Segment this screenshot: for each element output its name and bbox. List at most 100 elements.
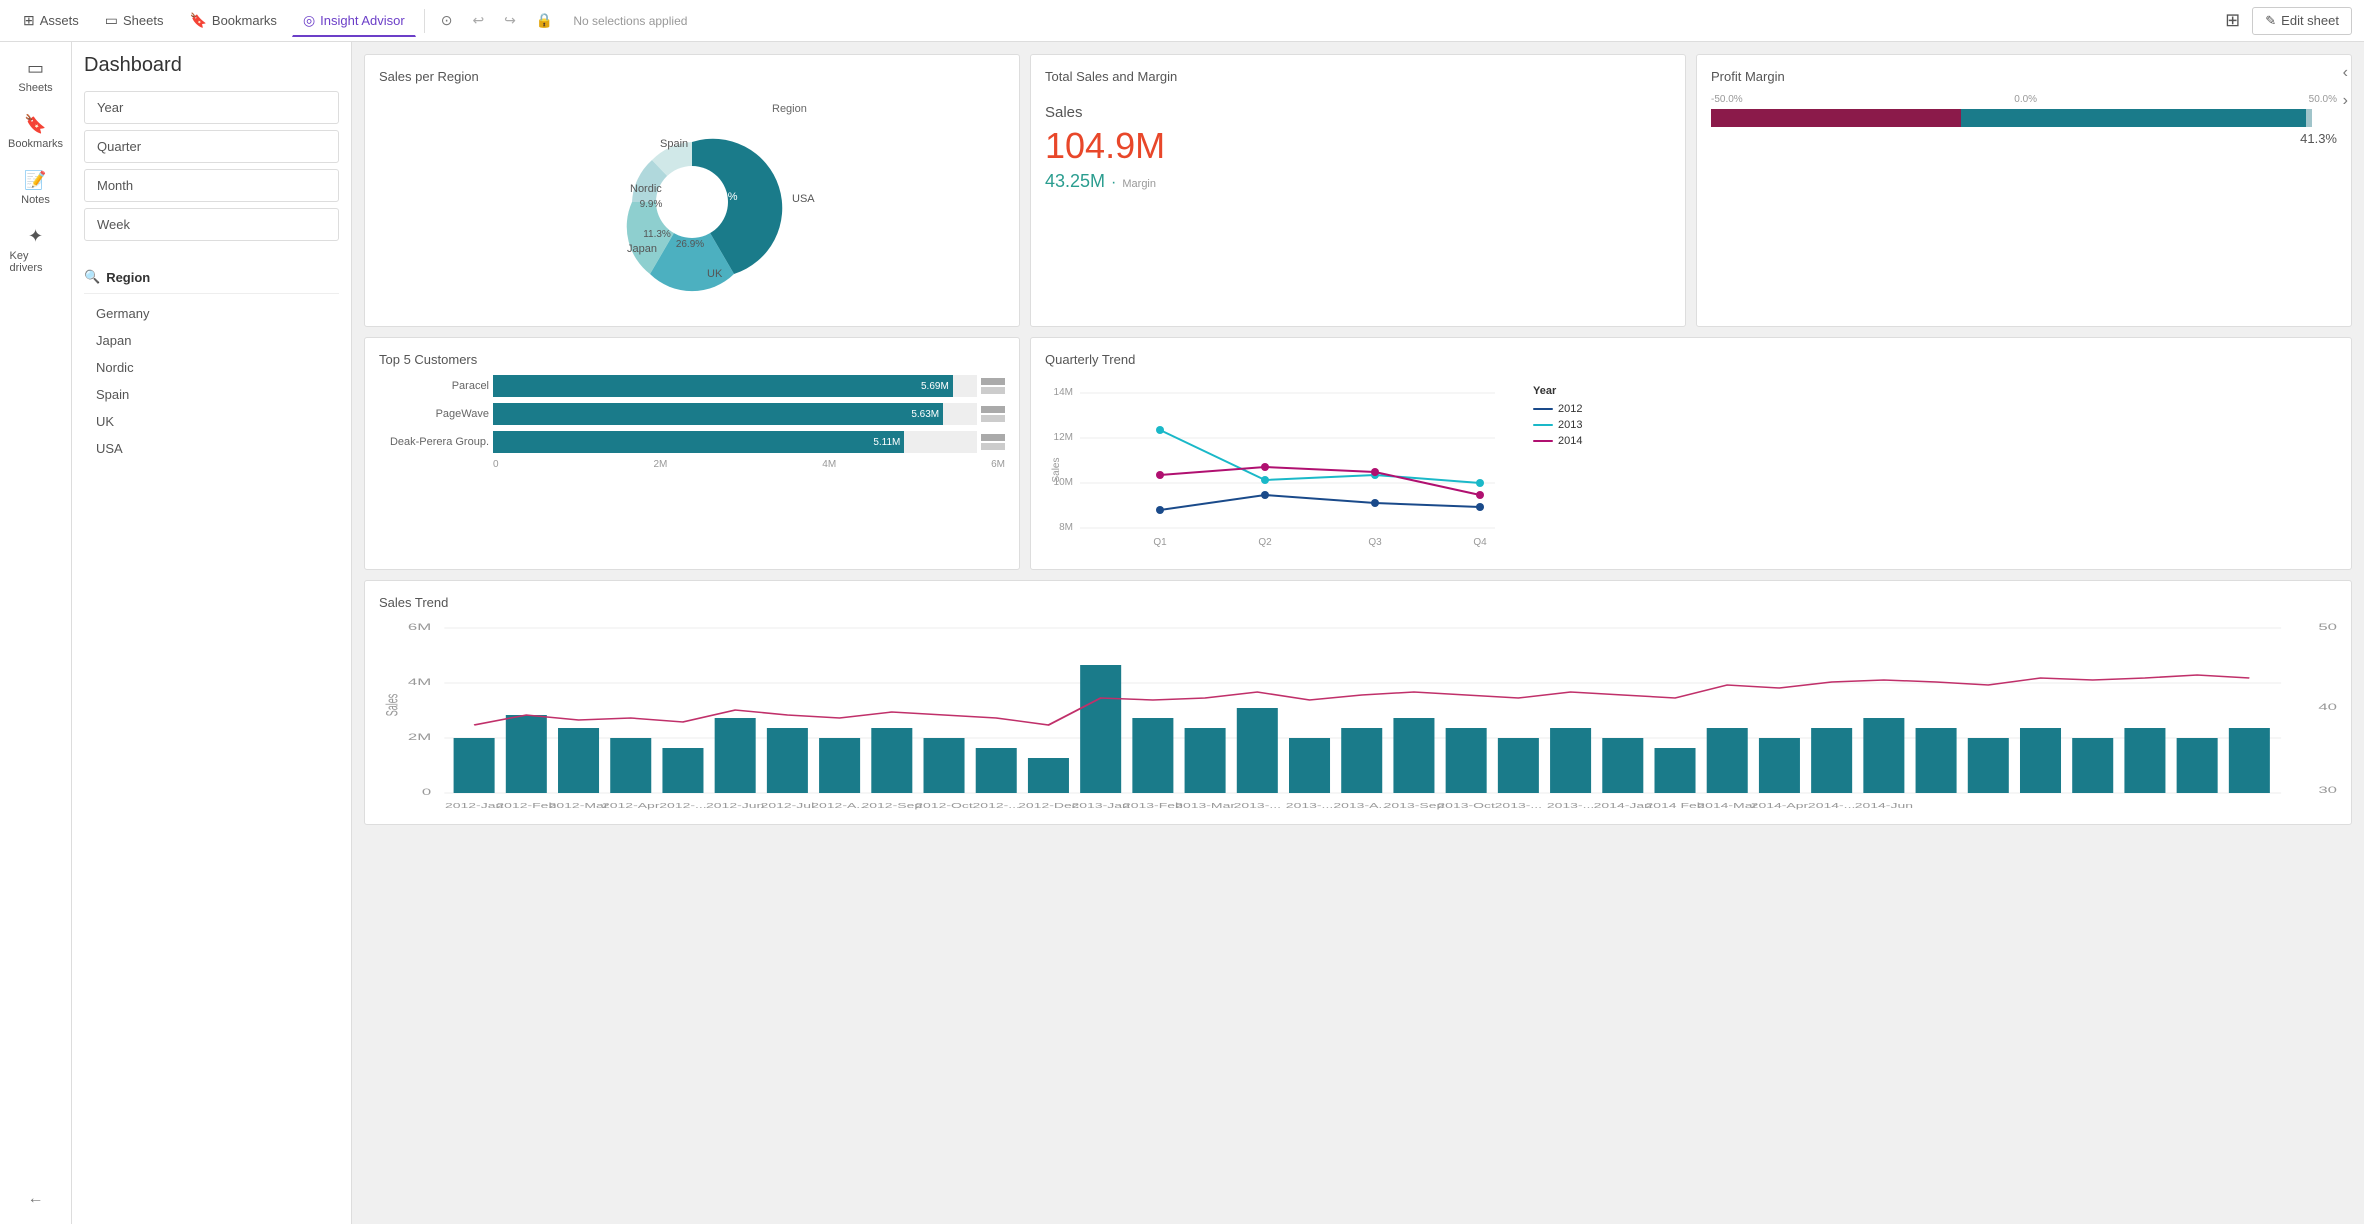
svg-text:2012-Oct: 2012-Oct	[915, 802, 974, 810]
legend-line-2013	[1533, 424, 1553, 426]
margin-label: Margin	[1122, 178, 1156, 190]
region-nordic[interactable]: Nordic	[84, 354, 339, 381]
svg-text:2014-Apr: 2014-Apr	[1751, 802, 1809, 810]
bar-value-paracel: 5.69M	[921, 381, 949, 392]
edit-icon: ✎	[2265, 13, 2276, 29]
bar-fill-pagewave: 5.63M	[493, 403, 943, 425]
svg-text:Sales: Sales	[1051, 457, 1062, 482]
svg-text:2013-...: 2013-...	[1234, 802, 1281, 810]
nav-divider	[424, 9, 425, 33]
bar-mini-pagewave	[981, 406, 1005, 422]
filter-month[interactable]: Month	[84, 169, 339, 202]
sales-trend-card: Sales Trend 6M 4M 2M 0 50	[364, 580, 2352, 825]
undo-icon[interactable]: ↩	[464, 8, 492, 33]
sidebar-item-notes[interactable]: 📝 Notes	[4, 162, 68, 214]
bar-fill-deak: 5.11M	[493, 431, 904, 453]
region-japan[interactable]: Japan	[84, 327, 339, 354]
sidebar-collapse-button[interactable]: ←	[20, 1182, 52, 1216]
nav-sheets[interactable]: ▭ Sheets	[94, 5, 175, 36]
svg-text:2M: 2M	[408, 732, 431, 742]
nav-bookmarks[interactable]: 🔖 Bookmarks	[178, 5, 287, 36]
svg-text:2013-A...: 2013-A...	[1333, 802, 1390, 810]
panel-next-button[interactable]: ›	[2335, 88, 2356, 114]
redo-icon[interactable]: ↪	[496, 8, 524, 33]
page-title: Dashboard	[84, 54, 339, 77]
svg-text:2013-...: 2013-...	[1286, 802, 1333, 810]
sidebar-item-key-drivers[interactable]: ✦ Key drivers	[4, 218, 68, 282]
sidebar-item-bookmarks[interactable]: 🔖 Bookmarks	[4, 106, 68, 158]
svg-text:2012-Jan: 2012-Jan	[445, 802, 503, 810]
svg-text:2013-...: 2013-...	[1547, 802, 1594, 810]
bar-value-pagewave: 5.63M	[911, 409, 939, 420]
region-header: 🔍 Region	[84, 261, 339, 294]
quarterly-svg: 14M 12M 10M 8M Q1 Q2 Q3 Q4	[1045, 375, 1525, 555]
grid-icon[interactable]: ⊞	[2225, 10, 2240, 31]
profit-bar-indicator	[2306, 109, 2312, 127]
svg-text:4M: 4M	[408, 677, 431, 687]
svg-text:2012-Sep: 2012-Sep	[861, 802, 922, 810]
svg-text:UK: UK	[707, 268, 723, 280]
svg-text:14M: 14M	[1054, 387, 1073, 398]
filter-quarter[interactable]: Quarter	[84, 130, 339, 163]
top5-customers-card: Top 5 Customers Paracel 5.69M	[364, 337, 1020, 570]
bar-row-pagewave: PageWave 5.63M	[379, 403, 1005, 425]
filter-year[interactable]: Year	[84, 91, 339, 124]
sidebar-item-sheets[interactable]: ▭ Sheets	[4, 50, 68, 102]
svg-text:2013-Jan: 2013-Jan	[1072, 802, 1130, 810]
bar-track-pagewave: 5.63M	[493, 403, 977, 425]
sales-trend-svg: 6M 4M 2M 0 50 40 30	[379, 610, 2337, 810]
bookmarks-icon: 🔖	[189, 12, 206, 29]
search-icon: 🔍	[84, 269, 100, 285]
profit-bar-labels: -50.0% 0.0% 50.0%	[1711, 94, 2337, 105]
donut-svg: Region	[552, 92, 832, 312]
legend-2013: 2013	[1533, 419, 1582, 431]
nav-assets[interactable]: ⊞ Assets	[12, 5, 90, 36]
svg-text:26.9%: 26.9%	[676, 239, 704, 250]
svg-text:2012-Mar: 2012-Mar	[549, 802, 609, 810]
lock-icon[interactable]: 🔒	[528, 8, 561, 33]
panel-prev-button[interactable]: ‹	[2335, 60, 2356, 86]
quarterly-legend: Year 2012 2013 2014	[1533, 375, 1582, 555]
svg-text:USA: USA	[792, 193, 815, 205]
app-layout: ▭ Sheets 🔖 Bookmarks 📝 Notes ✦ Key drive…	[0, 42, 2364, 1224]
region-usa[interactable]: USA	[84, 435, 339, 462]
lasso-icon[interactable]: ⊙	[433, 8, 461, 33]
sales-display: Sales 104.9M 43.25M · Margin	[1045, 104, 1671, 192]
profit-bar-right	[1961, 109, 2305, 127]
nav-insight-advisor[interactable]: ◎ Insight Advisor	[292, 5, 416, 37]
sales-region-title: Sales per Region	[379, 69, 479, 84]
bar-value-deak: 5.11M	[873, 437, 900, 448]
region-spain[interactable]: Spain	[84, 381, 339, 408]
sidebar: ▭ Sheets 🔖 Bookmarks 📝 Notes ✦ Key drive…	[0, 42, 72, 1224]
svg-text:2012-Jul: 2012-Jul	[761, 802, 815, 810]
panel-nav: ‹ ›	[2335, 60, 2356, 114]
donut-chart: Region	[379, 92, 1005, 312]
filter-week[interactable]: Week	[84, 208, 339, 241]
edit-sheet-button[interactable]: ✎ Edit sheet	[2252, 7, 2352, 35]
svg-text:45.5%: 45.5%	[706, 191, 737, 203]
bar-mini-deak	[981, 434, 1005, 450]
key-drivers-icon: ✦	[28, 226, 43, 247]
svg-text:2014-...: 2014-...	[1808, 802, 1855, 810]
bar-row-paracel: Paracel 5.69M	[379, 375, 1005, 397]
quarterly-title: Quarterly Trend	[1045, 352, 1135, 367]
svg-text:Q2: Q2	[1258, 537, 1272, 548]
bar-label-paracel: Paracel	[379, 380, 489, 392]
legend-label-2012: 2012	[1558, 403, 1582, 415]
bar-chart: Paracel 5.69M PageWave	[379, 375, 1005, 470]
sales-region-header: Sales per Region	[379, 69, 1005, 92]
profit-value: 41.3%	[1711, 131, 2337, 146]
region-germany[interactable]: Germany	[84, 300, 339, 327]
bar-track-paracel: 5.69M	[493, 375, 977, 397]
svg-text:40: 40	[2318, 702, 2337, 712]
legend-2012: 2012	[1533, 403, 1582, 415]
svg-text:0: 0	[422, 787, 431, 797]
bookmarks-sidebar-icon: 🔖	[24, 114, 46, 135]
svg-text:12M: 12M	[1054, 432, 1073, 443]
legend-line-2012	[1533, 408, 1553, 410]
region-uk[interactable]: UK	[84, 408, 339, 435]
sales-per-region-card: Sales per Region Region	[364, 54, 1020, 327]
sheets-sidebar-icon: ▭	[27, 58, 44, 79]
svg-text:Q3: Q3	[1368, 537, 1382, 548]
bar-fill-paracel: 5.69M	[493, 375, 953, 397]
